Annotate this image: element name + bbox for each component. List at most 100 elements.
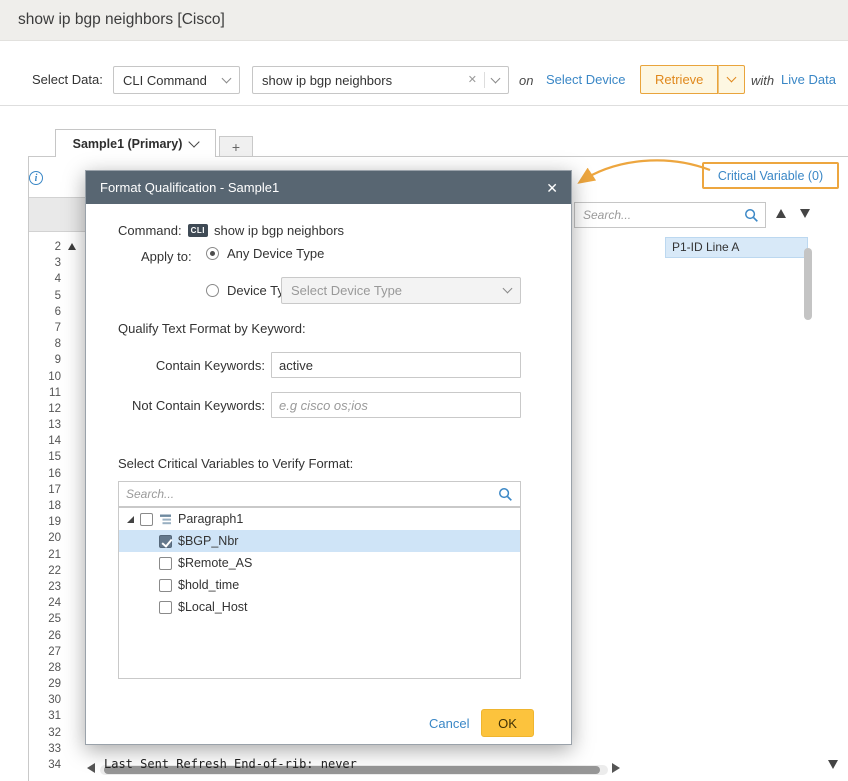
search-icon[interactable] bbox=[498, 487, 513, 502]
chevron-down-icon bbox=[727, 73, 737, 83]
editor-header-corner bbox=[29, 197, 86, 232]
command-combobox[interactable]: show ip bgp neighbors ✕ bbox=[252, 66, 509, 94]
checkbox-icon[interactable] bbox=[159, 579, 172, 592]
qualify-label: Qualify Text Format by Keyword: bbox=[118, 321, 306, 336]
dialog-title: Format Qualification - Sample1 bbox=[100, 180, 279, 195]
line-number: 17 bbox=[29, 482, 65, 498]
line-number: 15 bbox=[29, 449, 65, 465]
clear-icon[interactable]: ✕ bbox=[468, 75, 477, 86]
find-previous-icon[interactable] bbox=[776, 209, 786, 218]
vertical-scrollbar-thumb[interactable] bbox=[804, 248, 812, 320]
line-number: 27 bbox=[29, 644, 65, 660]
line-number: 3 bbox=[29, 255, 65, 271]
checkbox-icon[interactable] bbox=[159, 601, 172, 614]
retrieve-menu-button[interactable] bbox=[718, 65, 745, 94]
any-device-type-label: Any Device Type bbox=[227, 246, 324, 261]
checkbox-icon[interactable] bbox=[159, 557, 172, 570]
sample-text-line: Last Sent Refresh End-of-rib: never bbox=[104, 757, 357, 771]
device-type-dropdown[interactable]: Select Device Type bbox=[281, 277, 521, 304]
live-data-link[interactable]: Live Data bbox=[781, 72, 836, 87]
line-number: 25 bbox=[29, 611, 65, 627]
line-number: 32 bbox=[29, 725, 65, 741]
line-number: 14 bbox=[29, 433, 65, 449]
find-next-icon[interactable] bbox=[800, 209, 810, 218]
checkbox-icon[interactable] bbox=[159, 535, 172, 548]
retrieve-split-button: Retrieve bbox=[640, 65, 745, 94]
not-contain-keywords-label: Not Contain Keywords: bbox=[118, 398, 265, 413]
line-number: 7 bbox=[29, 320, 65, 336]
chevron-down-icon bbox=[189, 136, 200, 147]
line-number: 8 bbox=[29, 336, 65, 352]
cli-badge: CLI bbox=[188, 224, 208, 237]
close-icon[interactable]: ✕ bbox=[546, 181, 558, 195]
line-number: 5 bbox=[29, 288, 65, 304]
contain-keywords-input[interactable] bbox=[271, 352, 521, 378]
tree-node-paragraph1[interactable]: Paragraph1 bbox=[119, 508, 520, 530]
format-qualification-dialog: Format Qualification - Sample1 ✕ Command… bbox=[85, 170, 572, 745]
divider bbox=[484, 72, 485, 88]
line-number: 19 bbox=[29, 514, 65, 530]
scroll-left-icon[interactable] bbox=[87, 763, 95, 773]
tree-node-bgp-nbr[interactable]: $BGP_Nbr bbox=[119, 530, 520, 552]
line-number: 18 bbox=[29, 498, 65, 514]
retrieve-button[interactable]: Retrieve bbox=[640, 65, 718, 94]
line-number: 16 bbox=[29, 466, 65, 482]
line-number: 30 bbox=[29, 692, 65, 708]
not-contain-keywords-input[interactable] bbox=[271, 392, 521, 418]
line-number: 4 bbox=[29, 271, 65, 287]
data-type-dropdown[interactable]: CLI Command bbox=[113, 66, 240, 94]
line-number: 11 bbox=[29, 385, 65, 401]
scroll-down-icon[interactable] bbox=[828, 760, 838, 769]
tree-node-remote-as[interactable]: $Remote_AS bbox=[119, 552, 520, 574]
cancel-button[interactable]: Cancel bbox=[429, 716, 469, 731]
tab-label: Sample1 (Primary) bbox=[73, 137, 183, 151]
line-number: 23 bbox=[29, 579, 65, 595]
dialog-titlebar[interactable]: Format Qualification - Sample1 ✕ bbox=[86, 171, 571, 204]
tree-search-input[interactable] bbox=[126, 487, 498, 501]
variable-search-input[interactable] bbox=[583, 208, 744, 222]
expander-icon[interactable] bbox=[127, 516, 134, 523]
line-number: 29 bbox=[29, 676, 65, 692]
variable-list-item[interactable]: P1-ID Line A bbox=[665, 237, 808, 258]
tab-sample1-primary[interactable]: Sample1 (Primary) bbox=[55, 129, 216, 157]
toolbar: Select Data: CLI Command show ip bgp nei… bbox=[0, 41, 848, 106]
info-icon[interactable]: i bbox=[29, 171, 43, 185]
line-number: 2 bbox=[29, 239, 65, 255]
line-number: 31 bbox=[29, 708, 65, 724]
tree-node-local-host[interactable]: $Local_Host bbox=[119, 596, 520, 618]
radio-icon[interactable] bbox=[206, 284, 219, 297]
tree-node-label: Paragraph1 bbox=[178, 512, 243, 526]
line-number: 10 bbox=[29, 369, 65, 385]
contain-keywords-label: Contain Keywords: bbox=[118, 358, 265, 373]
ok-button[interactable]: OK bbox=[481, 709, 534, 737]
critical-variable-button[interactable]: Critical Variable (0) bbox=[702, 162, 839, 189]
select-data-label: Select Data: bbox=[32, 72, 103, 87]
line-number: 28 bbox=[29, 660, 65, 676]
any-device-type-option[interactable]: Any Device Type bbox=[206, 246, 324, 261]
tree-node-label: $BGP_Nbr bbox=[178, 534, 238, 548]
paragraph-icon bbox=[159, 513, 172, 526]
fold-marker-icon[interactable] bbox=[68, 243, 76, 250]
tree-node-hold-time[interactable]: $hold_time bbox=[119, 574, 520, 596]
line-number: 22 bbox=[29, 563, 65, 579]
checkbox-icon[interactable] bbox=[140, 513, 153, 526]
command-value: show ip bgp neighbors bbox=[262, 73, 392, 88]
chevron-down-icon[interactable] bbox=[491, 73, 501, 83]
chevron-down-icon bbox=[503, 284, 513, 294]
line-number: 24 bbox=[29, 595, 65, 611]
page-title: show ip bgp neighbors [Cisco] bbox=[18, 11, 225, 29]
window-titlebar: show ip bgp neighbors [Cisco] bbox=[0, 0, 848, 41]
select-device-link[interactable]: Select Device bbox=[546, 72, 625, 87]
variable-search-box bbox=[574, 202, 766, 228]
line-number-gutter: 2345678910111213141516171819202122232425… bbox=[29, 239, 65, 773]
select-variables-label: Select Critical Variables to Verify Form… bbox=[118, 456, 353, 471]
radio-icon[interactable] bbox=[206, 247, 219, 260]
line-number: 33 bbox=[29, 741, 65, 757]
command-row: Command: CLI show ip bgp neighbors bbox=[118, 223, 344, 238]
line-number: 9 bbox=[29, 352, 65, 368]
scroll-right-icon[interactable] bbox=[612, 763, 620, 773]
add-tab-button[interactable]: + bbox=[219, 136, 253, 157]
line-number: 6 bbox=[29, 304, 65, 320]
search-icon[interactable] bbox=[744, 208, 759, 223]
line-number: 13 bbox=[29, 417, 65, 433]
